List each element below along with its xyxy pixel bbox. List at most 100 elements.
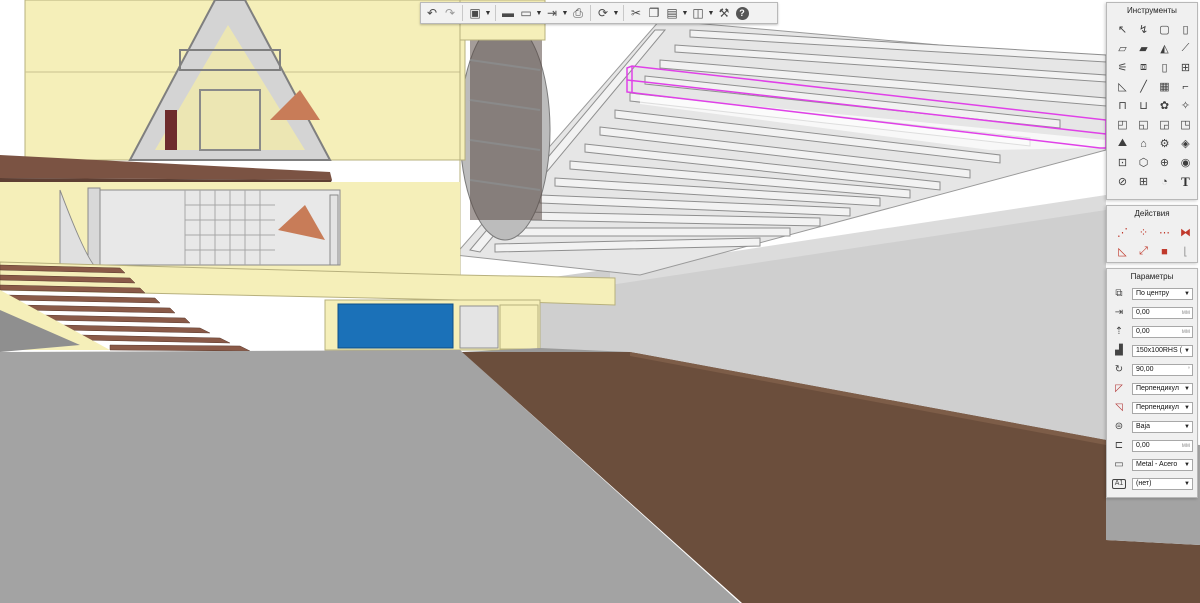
chevron-down-icon: ▼ (1184, 404, 1190, 411)
profile-icon[interactable]: ⌐ (1176, 77, 1195, 96)
chevron-down-icon[interactable]: ▼ (484, 4, 492, 22)
round-opening-icon[interactable]: ◳ (1176, 115, 1195, 134)
toolbar-divider (623, 5, 624, 21)
actions-panel: Действия ⋰ ⁘ ⋯ ⧓ ◺ ⤢ ■ ⌊ (1106, 205, 1198, 263)
level-select[interactable]: Baja ▼ (1132, 420, 1193, 433)
column-icon[interactable]: ▯ (1176, 20, 1195, 39)
paste-icon[interactable]: ▤ (663, 4, 681, 22)
stair-icon[interactable]: ⚟ (1113, 58, 1132, 77)
terrain-icon[interactable]: ⛰ (1113, 134, 1132, 153)
opening-icon[interactable]: ◱ (1134, 115, 1153, 134)
section-icon[interactable]: ⊡ (1113, 153, 1132, 172)
param-end-cut: ◹ Перпендикул ▼ (1107, 398, 1197, 417)
chevron-down-icon[interactable]: ▼ (681, 4, 689, 22)
select-arrow-icon[interactable]: ↖ (1113, 20, 1132, 39)
annotation-icon[interactable]: ◉ (1176, 153, 1195, 172)
array-icon[interactable]: ⋯ (1155, 223, 1174, 242)
tools-grid: ↖ ↯ ▢ ▯ ▱ ▰ ◭ ⟋ ⚟ ⧈ ▯ ⊞ ◺ ╱ ▦ ⌐ ⊓ ⊔ ✿ ✧ … (1107, 18, 1197, 191)
copy-icon[interactable]: ❐ (645, 4, 663, 22)
chevron-down-icon[interactable]: ▼ (612, 4, 620, 22)
export-icon[interactable]: ⇥ (543, 4, 561, 22)
offset-y-icon: ⇡ (1114, 326, 1124, 337)
elevation-icon[interactable]: ⬡ (1134, 153, 1153, 172)
rotation-icon: ↻ (1114, 364, 1124, 375)
wall-opening-icon[interactable]: ◲ (1155, 115, 1174, 134)
offset-y-input[interactable]: 0,00 мм (1132, 325, 1193, 338)
chevron-down-icon: ▼ (1184, 461, 1190, 468)
profile-select[interactable]: 150x100RHS (▼ (1132, 344, 1193, 357)
print-icon[interactable]: ⎙ (569, 4, 587, 22)
open-folder-icon[interactable]: ▬ (499, 4, 517, 22)
door-icon[interactable]: ▯ (1155, 58, 1174, 77)
lasso-select-icon[interactable]: ↯ (1134, 20, 1153, 39)
help-icon[interactable]: ? (733, 4, 751, 22)
profile-section-icon: ▟ (1115, 345, 1123, 356)
chevron-down-icon: ▼ (1184, 290, 1190, 297)
mirror-icon[interactable]: ⧓ (1176, 223, 1195, 242)
tools-panel: Инструменты ↖ ↯ ▢ ▯ ▱ ▰ ◭ ⟋ ⚟ ⧈ ▯ ⊞ ◺ ╱ … (1106, 2, 1198, 200)
redo-icon[interactable]: ↷ (441, 4, 459, 22)
tag-a1-icon: A1 (1112, 478, 1126, 489)
param-offset-y: ⇡ 0,00 мм (1107, 322, 1197, 341)
param-offset-x: ⇥ 0,00 мм (1107, 303, 1197, 322)
space-icon[interactable]: ◈ (1176, 134, 1195, 153)
grid-icon[interactable]: ⊞ (1134, 172, 1153, 191)
save-icon[interactable]: ▭ (517, 4, 535, 22)
rotation-input[interactable]: 90,00 ° (1132, 363, 1193, 376)
roof-icon[interactable]: ◭ (1155, 39, 1174, 58)
toolbar-divider (590, 5, 591, 21)
toolbar-divider (495, 5, 496, 21)
chevron-down-icon[interactable]: ▼ (707, 4, 715, 22)
main-toolbar: ↶ ↷ ▣ ▼ ▬ ▭ ▼ ⇥ ▼ ⎙ ⟳ ▼ ✂ ❐ ▤ ▼ ◫ ▼ ⚒ ? (420, 2, 778, 24)
railing-icon[interactable]: ⧈ (1134, 58, 1153, 77)
visual-style-icon[interactable]: ◫ (689, 4, 707, 22)
level-icon: ⊜ (1114, 421, 1124, 432)
label-icon[interactable]: ◔ (1155, 172, 1174, 191)
3d-view-icon[interactable]: ▣ (466, 4, 484, 22)
building-icon[interactable]: ⌂ (1134, 134, 1153, 153)
undo-icon[interactable]: ↶ (423, 4, 441, 22)
hole-icon[interactable]: ◰ (1113, 115, 1132, 134)
param-level: ⊜ Baja ▼ (1107, 417, 1197, 436)
end-cut-select[interactable]: Перпендикул ▼ (1132, 401, 1193, 414)
furniture-icon[interactable]: ⊓ (1113, 96, 1132, 115)
actions-panel-title: Действия (1134, 209, 1170, 218)
chevron-down-icon: ▼ (1184, 385, 1190, 392)
beam-icon[interactable]: ⟋ (1176, 39, 1195, 58)
zone-icon[interactable]: ⊘ (1113, 172, 1132, 191)
tag-select[interactable]: (нет) ▼ (1132, 477, 1193, 490)
text-icon[interactable]: T (1176, 172, 1195, 191)
param-start-cut: ◸ Перпендикул ▼ (1107, 379, 1197, 398)
sanitary-icon[interactable]: ⊔ (1134, 96, 1153, 115)
mep-icon[interactable]: ⚙ (1155, 134, 1174, 153)
param-material: ▭ Metal - Acero ▼ (1107, 455, 1197, 474)
settings-wrench-icon[interactable]: ⚒ (715, 4, 733, 22)
scale-icon[interactable]: ⤢ (1134, 242, 1153, 261)
3d-viewport[interactable] (0, 0, 1200, 603)
curtain-wall-icon[interactable]: ▦ (1155, 77, 1174, 96)
elevation-offset-input[interactable]: 0,00 мм (1132, 439, 1193, 452)
alignment-select[interactable]: По центру ▼ (1132, 287, 1193, 300)
detail-icon[interactable]: ⊕ (1155, 153, 1174, 172)
rectangle-select-icon[interactable]: ▢ (1155, 20, 1174, 39)
copy-move-icon[interactable]: ⁘ (1134, 223, 1153, 242)
wall-icon[interactable]: ▱ (1113, 39, 1132, 58)
offset-x-input[interactable]: 0,00 мм (1132, 306, 1193, 319)
start-cut-select[interactable]: Перпендикул ▼ (1132, 382, 1193, 395)
rotate-icon[interactable]: ◺ (1113, 242, 1132, 261)
chevron-down-icon[interactable]: ▼ (535, 4, 543, 22)
delete-icon[interactable]: ■ (1155, 242, 1174, 261)
elevation-offset-icon: ⊏ (1114, 440, 1124, 451)
window-icon[interactable]: ⊞ (1176, 58, 1195, 77)
slab-icon[interactable]: ▰ (1134, 39, 1153, 58)
material-select[interactable]: Metal - Acero ▼ (1132, 458, 1193, 471)
light-icon[interactable]: ✧ (1176, 96, 1195, 115)
sync-icon[interactable]: ⟳ (594, 4, 612, 22)
align-icon[interactable]: ⌊ (1176, 242, 1195, 261)
ramp-icon[interactable]: ◺ (1113, 77, 1132, 96)
plant-icon[interactable]: ✿ (1155, 96, 1174, 115)
move-icon[interactable]: ⋰ (1113, 223, 1132, 242)
chevron-down-icon[interactable]: ▼ (561, 4, 569, 22)
cut-icon[interactable]: ✂ (627, 4, 645, 22)
line-icon[interactable]: ╱ (1134, 77, 1153, 96)
